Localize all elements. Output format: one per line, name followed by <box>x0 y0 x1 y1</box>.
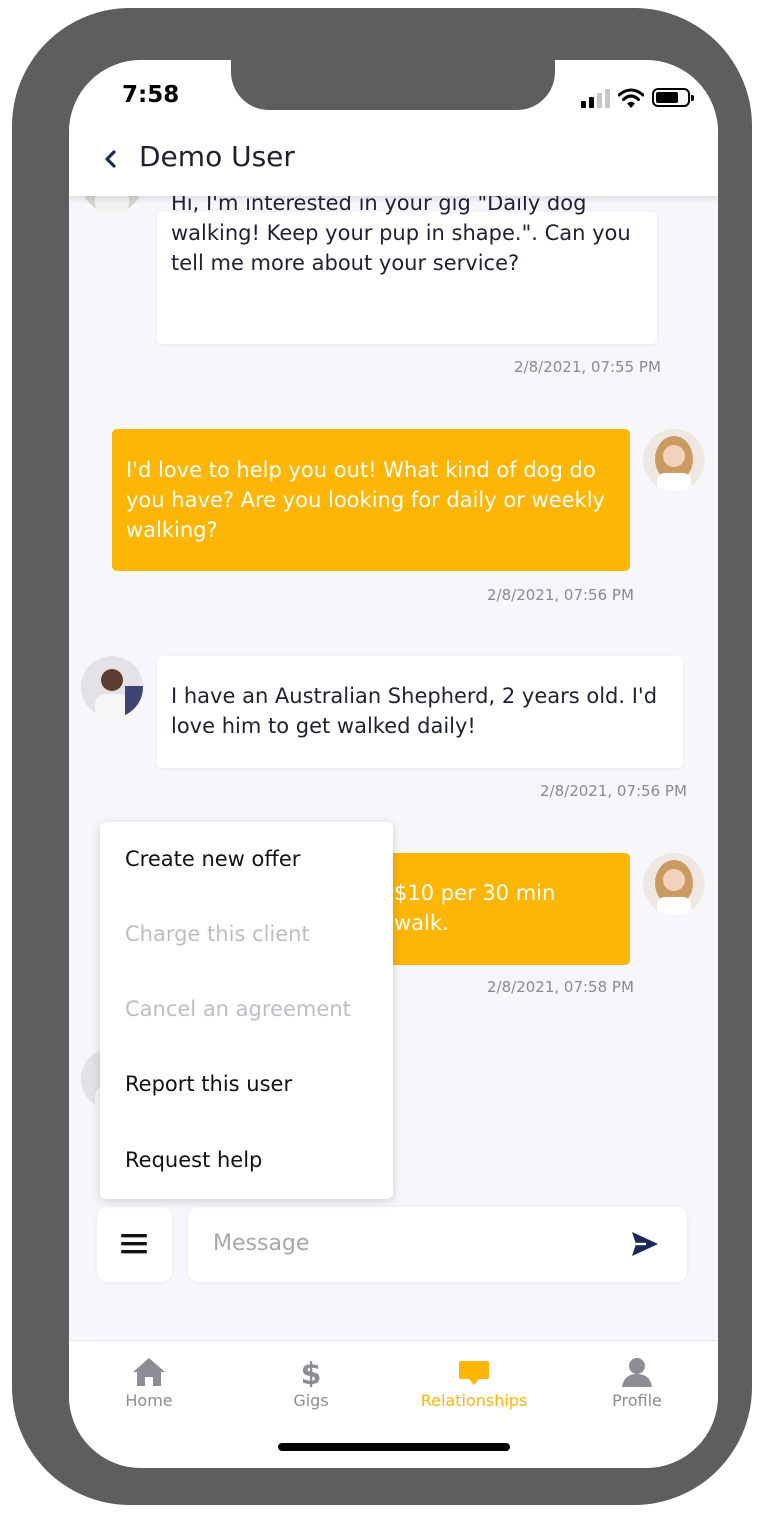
message-bubble-incoming: Hi, I'm interested in your gig "Daily do… <box>157 191 657 344</box>
menu-item-request-help[interactable]: Request help <box>125 1148 262 1172</box>
home-icon <box>133 1358 165 1386</box>
tab-label: Profile <box>612 1391 662 1410</box>
tab-relationships[interactable]: Relationships <box>414 1357 534 1410</box>
menu-item-charge-client: Charge this client <box>125 922 310 946</box>
home-indicator <box>278 1443 510 1451</box>
message-input[interactable]: Message <box>188 1207 687 1282</box>
tab-home[interactable]: Home <box>89 1357 209 1410</box>
person-icon <box>622 1358 652 1387</box>
battery-icon <box>652 88 694 107</box>
cellular-signal-icon <box>581 88 611 108</box>
message-timestamp: 2/8/2021, 07:56 PM <box>487 586 634 604</box>
hamburger-icon <box>121 1234 147 1254</box>
message-text: walking? <box>126 518 218 542</box>
phone-frame: 7:58 Demo User Hi, I'm interested in you… <box>12 8 752 1505</box>
page-title: Demo User <box>139 140 295 173</box>
message-text: you have? Are you looking for daily or w… <box>126 488 605 512</box>
tab-profile[interactable]: Profile <box>577 1357 697 1410</box>
send-icon[interactable] <box>631 1231 659 1257</box>
device-notch <box>231 60 555 110</box>
message-bubble-outgoing: I'd love to help you out! What kind of d… <box>112 429 630 571</box>
message-text: I have an Australian Shepherd, 2 years o… <box>171 684 658 708</box>
tab-label: Gigs <box>293 1391 329 1410</box>
message-text: tell me more about your service? <box>171 251 520 275</box>
menu-item-report-user[interactable]: Report this user <box>125 1072 292 1096</box>
message-timestamp: 2/8/2021, 07:55 PM <box>514 358 661 376</box>
dollar-icon: $ <box>301 1357 322 1387</box>
app-screen: 7:58 Demo User Hi, I'm interested in you… <box>69 60 718 1468</box>
svg-text:$: $ <box>301 1357 322 1387</box>
message-text: $10 per 30 min walk. <box>394 881 556 935</box>
avatar <box>643 853 705 915</box>
message-text: I'd love to help you out! What kind of d… <box>126 458 596 482</box>
chevron-left-icon[interactable] <box>97 144 125 174</box>
avatar <box>81 656 143 718</box>
tab-label: Relationships <box>420 1391 528 1410</box>
message-timestamp: 2/8/2021, 07:58 PM <box>487 978 634 996</box>
chat-bubble-icon <box>459 1361 489 1385</box>
tab-label: Home <box>125 1391 173 1410</box>
tab-gigs[interactable]: $ Gigs <box>251 1357 371 1410</box>
avatar <box>643 429 705 491</box>
wifi-icon <box>618 88 644 108</box>
status-time: 7:58 <box>122 82 180 108</box>
message-text: love him to get walked daily! <box>171 714 476 738</box>
message-placeholder: Message <box>213 1231 310 1256</box>
actions-menu: Create new offer Charge this client Canc… <box>100 822 393 1199</box>
message-text: walking! Keep your pup in shape.". Can y… <box>171 221 631 245</box>
chat-header: Demo User <box>69 130 718 196</box>
message-timestamp: 2/8/2021, 07:56 PM <box>540 782 687 800</box>
actions-menu-button[interactable] <box>97 1207 172 1282</box>
message-bubble-incoming: I have an Australian Shepherd, 2 years o… <box>157 656 683 768</box>
menu-item-create-offer[interactable]: Create new offer <box>125 847 300 871</box>
menu-item-cancel-agreement: Cancel an agreement <box>125 997 351 1021</box>
